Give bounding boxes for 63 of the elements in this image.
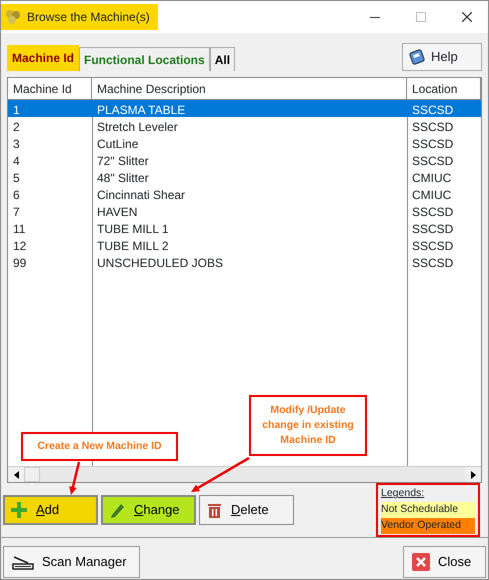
table-cell[interactable]: CMIUC	[407, 185, 481, 202]
table-cell[interactable]: 99	[8, 253, 92, 270]
tab[interactable]: All	[210, 47, 236, 71]
legend-item: Not Schedulable	[381, 502, 475, 518]
tab[interactable]: Machine Id	[7, 45, 80, 71]
table-cell[interactable]: PLASMA TABLE	[92, 100, 407, 117]
table-cell[interactable]: 6	[8, 185, 92, 202]
pencil-icon	[109, 502, 126, 518]
change-button[interactable]: Change	[101, 495, 196, 525]
legend-item: Vendor Operated	[381, 518, 475, 534]
table-cell[interactable]: 3	[8, 134, 92, 151]
arrow	[191, 456, 250, 492]
table-cell[interactable]: SSCSD	[407, 100, 481, 117]
callout-box: Modify /Update change in existing Machine ID	[249, 395, 367, 456]
scroll-left-button[interactable]	[8, 467, 24, 482]
close-icon	[462, 12, 472, 22]
scroll-thumb[interactable]	[24, 467, 40, 482]
table-cell[interactable]: SSCSD	[407, 151, 481, 168]
column-header[interactable]: Machine Id	[8, 78, 92, 100]
add-button[interactable]: Add	[3, 495, 98, 525]
app-icon	[5, 9, 21, 25]
plus-icon	[11, 502, 28, 518]
column-header[interactable]: Location	[407, 78, 481, 100]
table-cell[interactable]: CMIUC	[407, 168, 481, 185]
window-title: Browse the Machine(s)	[27, 9, 150, 26]
column-header[interactable]: Machine Description	[92, 78, 407, 100]
table-cell[interactable]: SSCSD	[407, 134, 481, 151]
scroll-right-button[interactable]	[465, 467, 481, 482]
table-cell[interactable]: SSCSD	[407, 202, 481, 219]
close-icon	[412, 553, 430, 571]
table-cell[interactable]: 7	[8, 202, 92, 219]
delete-button[interactable]: Delete	[199, 495, 294, 525]
legend-title: Legends:	[381, 486, 426, 502]
table-cell[interactable]: 5	[8, 168, 92, 185]
table-cell[interactable]: TUBE MILL 2	[92, 236, 407, 253]
table-cell[interactable]: TUBE MILL 1	[92, 219, 407, 236]
arrow	[69, 462, 80, 495]
trash-icon	[206, 502, 223, 518]
book-icon	[409, 49, 425, 65]
table-cell[interactable]: SSCSD	[407, 117, 481, 134]
table-cell[interactable]: Cincinnati Shear	[92, 185, 407, 202]
scan-button[interactable]: Scan Manager	[3, 546, 140, 578]
table-cell[interactable]: UNSCHEDULED JOBS	[92, 253, 407, 270]
table-cell[interactable]: 11	[8, 219, 92, 236]
table-cell[interactable]: SSCSD	[407, 219, 481, 236]
close-button[interactable]: Close	[403, 546, 486, 578]
table-cell[interactable]: 12	[8, 236, 92, 253]
table-cell[interactable]: 1	[8, 100, 92, 117]
table-cell[interactable]: Stretch Leveler	[92, 117, 407, 134]
maximize-icon	[416, 12, 426, 22]
table-cell[interactable]: 72" Slitter	[92, 151, 407, 168]
left-arrow-icon	[14, 470, 18, 478]
table-cell[interactable]: SSCSD	[407, 253, 481, 270]
callout-box: Create a New Machine ID	[21, 432, 178, 461]
tab[interactable]: Functional Locations	[79, 47, 210, 71]
table-cell[interactable]: 2	[8, 117, 92, 134]
table-cell[interactable]: HAVEN	[92, 202, 407, 219]
table-cell[interactable]: CutLine	[92, 134, 407, 151]
table-cell[interactable]: 48" Slitter	[92, 168, 407, 185]
table-cell[interactable]: 4	[8, 151, 92, 168]
table-cell[interactable]: SSCSD	[407, 236, 481, 253]
help-button[interactable]: Help	[402, 43, 482, 71]
right-arrow-icon	[470, 470, 476, 478]
